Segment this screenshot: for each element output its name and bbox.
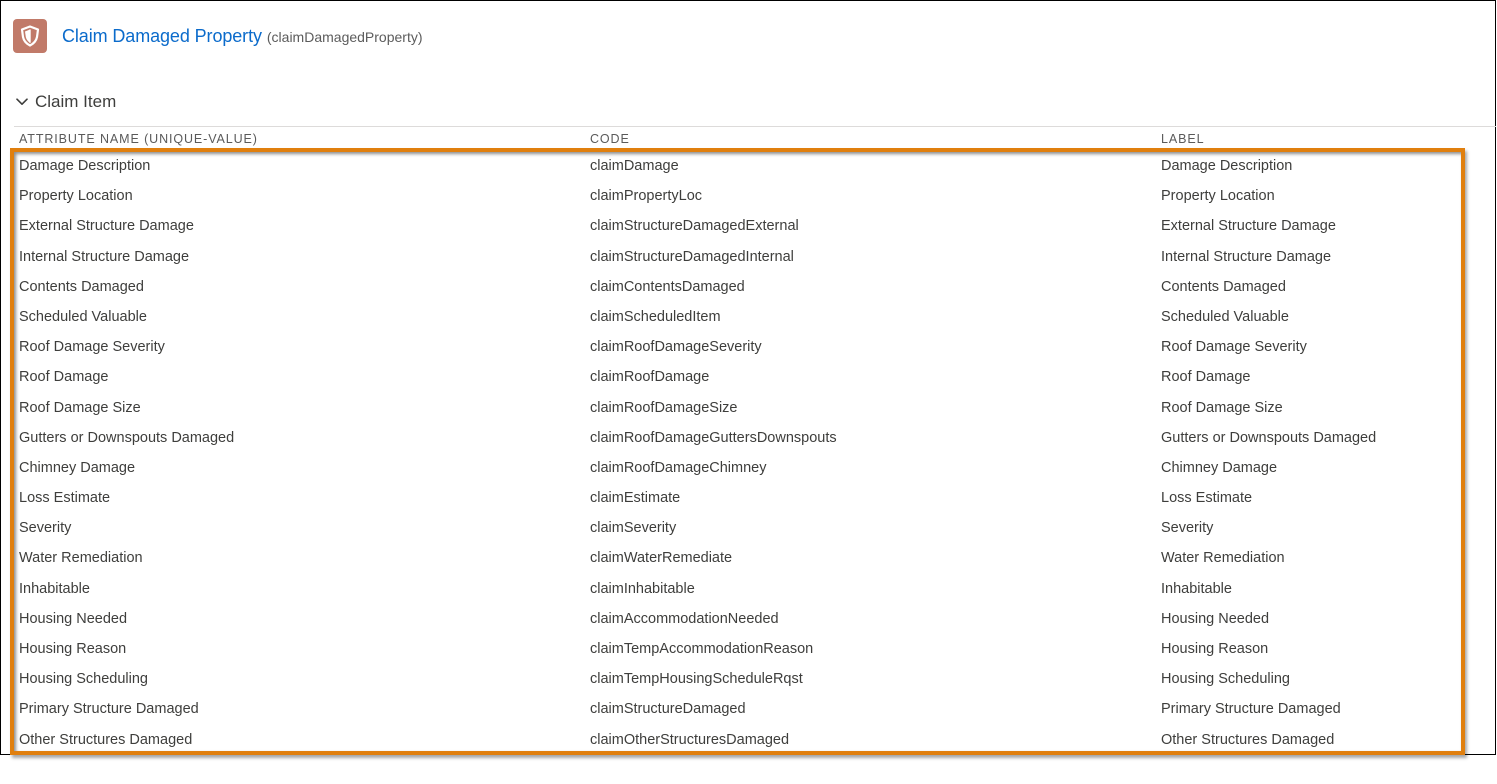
code-cell: claimInhabitable [590,580,695,597]
code-cell: claimAccommodationNeeded [590,610,779,627]
table-row: External Structure Damage claimStructureD… [1,212,1495,242]
table-row: Other Structures Damaged claimOtherStruct… [1,726,1495,756]
code-cell: claimEstimate [590,490,681,507]
code-cell: claimStructureDamagedExternal [590,218,799,235]
code-cell: claimRoofDamageChimney [590,459,767,476]
code-cell: claimTempHousingScheduleRqst [590,671,803,688]
code-cell: claimWaterRemediate [590,550,733,567]
attribute-name-cell: Roof Damage Size [19,399,141,416]
screenshot-frame: Claim Damaged Property (claimDamagedProp… [0,0,1496,755]
label-cell: Chimney Damage [1161,459,1278,476]
label-cell: Roof Damage [1161,369,1251,386]
code-cell: claimTempAccommodationReason [590,641,814,657]
attribute-name-cell: Roof Damage [19,369,109,386]
table-row: Contents Damaged claimContentsDamaged Cont… [1,273,1495,303]
label-cell: Damage Description [1161,158,1293,174]
table-row: Internal Structure Damage claimStructureD… [1,243,1495,273]
attribute-name-cell: Loss Estimate [19,490,111,507]
section-title: Claim Item [35,92,117,111]
table-row: Severity claimSeverity Severity [1,514,1495,544]
code-cell: claimOtherStructuresDamaged [590,731,790,748]
table-row: Scheduled Valuable claimScheduledItem Sche… [1,303,1495,333]
column-header-label: LABEL [1161,132,1205,146]
table-row: Damage Description claimDamage Damage Desc… [1,152,1495,182]
label-cell: Housing Reason [1161,641,1269,657]
code-cell: claimRoofDamageGuttersDownspouts [590,429,837,446]
label-cell: Internal Structure Damage [1161,248,1332,265]
attribute-name-cell: Housing Needed [19,610,128,627]
object-header: Claim Damaged Property (claimDamagedProp… [13,19,423,53]
attribute-name-cell: Housing Scheduling [19,671,148,688]
label-cell: Severity [1161,520,1214,537]
table-row: Chimney Damage claimRoofDamageChimney Chim… [1,454,1495,484]
table-row: Inhabitable claimInhabitable Inhabitable [1,575,1495,605]
attribute-name-cell: Primary Structure Damaged [19,701,199,718]
attribute-name-cell: External Structure Damage [19,218,194,235]
attribute-name-cell: Roof Damage Severity [19,339,165,356]
code-cell: claimStructureDamaged [590,701,746,718]
table-row: Housing Reason claimTempAccommodationReas… [1,635,1495,665]
chevron-down-icon [15,95,29,109]
table-row: Primary Structure Damaged claimStructureD… [1,695,1495,725]
code-cell: claimRoofDamageSeverity [590,339,762,356]
attribute-table-body: Damage Description claimDamage Damage Desc… [1,152,1495,756]
table-row: Roof Damage Size claimRoofDamageSize Roof … [1,394,1495,424]
label-cell: Water Remediation [1161,550,1285,567]
label-cell: External Structure Damage [1161,218,1336,235]
code-cell: claimRoofDamageSize [590,399,738,416]
label-cell: Gutters or Downspouts Damaged [1161,429,1377,446]
column-header-attribute-name: ATTRIBUTE NAME (UNIQUE-VALUE) [19,132,258,146]
label-cell: Scheduled Valuable [1161,308,1289,325]
code-cell: claimDamage [590,158,679,174]
attribute-name-cell: Gutters or Downspouts Damaged [19,429,235,446]
table-row: Roof Damage claimRoofDamage Roof Damage [1,363,1495,393]
code-cell: claimStructureDamagedInternal [590,248,794,265]
shield-icon [13,19,47,53]
attribute-name-cell: Contents Damaged [19,278,144,295]
attribute-name-cell: Severity [19,520,72,537]
table-row: Water Remediation claimWaterRemediate Wate… [1,544,1495,574]
label-cell: Primary Structure Damaged [1161,701,1341,718]
table-row: Gutters or Downspouts Damaged claimRoofDa… [1,424,1495,454]
attribute-name-cell: Internal Structure Damage [19,248,190,265]
table-row: Housing Scheduling claimTempHousingSchedu… [1,665,1495,695]
attribute-name-cell: Chimney Damage [19,459,136,476]
attribute-name-cell: Scheduled Valuable [19,308,147,325]
code-cell: claimContentsDamaged [590,278,745,295]
code-cell: claimSeverity [590,520,677,537]
object-title-link[interactable]: Claim Damaged Property [62,26,262,47]
label-cell: Roof Damage Severity [1161,339,1307,356]
attribute-name-cell: Housing Reason [19,641,127,657]
label-cell: Housing Scheduling [1161,671,1290,688]
attribute-name-cell: Water Remediation [19,550,143,567]
label-cell: Contents Damaged [1161,278,1286,295]
label-cell: Other Structures Damaged [1161,731,1335,748]
label-cell: Property Location [1161,188,1275,205]
table-row: Loss Estimate claimEstimate Loss Estimate [1,484,1495,514]
object-api-name: (claimDamagedProperty) [266,29,423,45]
code-cell: claimPropertyLoc [590,188,703,205]
column-header-code: CODE [590,132,630,146]
section-divider [14,126,1496,127]
attribute-name-cell: Other Structures Damaged [19,731,193,748]
table-row: Roof Damage Severity claimRoofDamageSever… [1,333,1495,363]
code-cell: claimRoofDamage [590,369,710,386]
section-toggle-claim-item[interactable]: Claim Item [15,90,116,114]
label-cell: Loss Estimate [1161,490,1253,507]
label-cell: Housing Needed [1161,610,1270,627]
table-row: Property Location claimPropertyLoc Propert… [1,182,1495,212]
table-row: Housing Needed claimAccommodationNeeded Ho… [1,605,1495,635]
attribute-name-cell: Property Location [19,188,133,205]
label-cell: Roof Damage Size [1161,399,1283,416]
attribute-name-cell: Damage Description [19,158,151,174]
code-cell: claimScheduledItem [590,308,721,325]
attribute-name-cell: Inhabitable [19,580,90,597]
label-cell: Inhabitable [1161,580,1232,597]
